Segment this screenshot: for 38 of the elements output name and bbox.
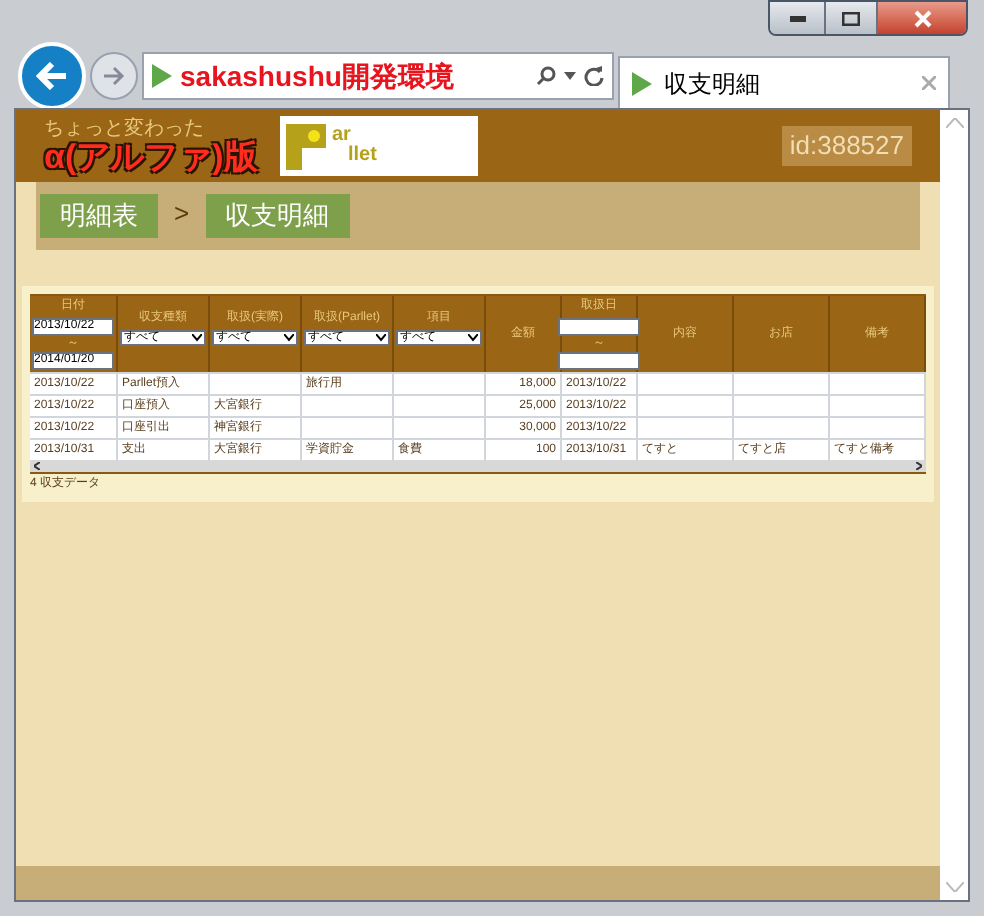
close-button[interactable] <box>876 2 966 34</box>
chevron-down-icon <box>376 334 386 342</box>
breadcrumb-separator: > <box>174 196 190 232</box>
edition-label: α(アルファ)版 <box>44 139 260 173</box>
play-icon <box>152 64 172 88</box>
maximize-button[interactable] <box>824 2 876 34</box>
play-icon <box>632 71 652 95</box>
chevron-down-icon <box>468 334 478 342</box>
arrow-left-icon <box>36 62 68 90</box>
user-id-badge: id:388527 <box>781 126 912 166</box>
forward-button[interactable] <box>90 52 138 100</box>
search-icon <box>536 66 556 86</box>
arrow-right-icon <box>102 66 126 86</box>
minimize-button[interactable] <box>770 2 824 34</box>
minimize-icon <box>789 15 805 21</box>
address-bar[interactable]: sakashushu開発環境 <box>142 52 614 100</box>
chevron-down-icon <box>284 334 294 342</box>
logo-text-bottom: llet <box>348 146 377 166</box>
back-button[interactable] <box>18 42 86 110</box>
tab-title: 収支明細 <box>664 67 760 101</box>
browser-tab[interactable]: 収支明細 <box>618 56 950 108</box>
date-to-field[interactable] <box>558 352 640 370</box>
tagline: ちょっと変わった <box>44 119 206 139</box>
scroll-left-icon <box>34 462 40 470</box>
close-icon <box>913 9 931 27</box>
logo-mark-icon <box>284 120 328 172</box>
refresh-icon <box>584 66 604 86</box>
scroll-right-icon <box>916 462 922 470</box>
chevron-down-icon <box>192 334 202 342</box>
caret-down-icon <box>564 72 576 80</box>
horizontal-scrollbar[interactable] <box>30 460 926 472</box>
logo-text-top: ar <box>332 126 351 146</box>
close-tab-icon <box>922 76 936 90</box>
date-from-field[interactable] <box>558 318 640 336</box>
address-text: sakashushu開発環境 <box>180 57 454 95</box>
scroll-up-icon <box>945 118 963 128</box>
maximize-icon <box>842 11 860 25</box>
scroll-down-icon <box>945 882 963 892</box>
